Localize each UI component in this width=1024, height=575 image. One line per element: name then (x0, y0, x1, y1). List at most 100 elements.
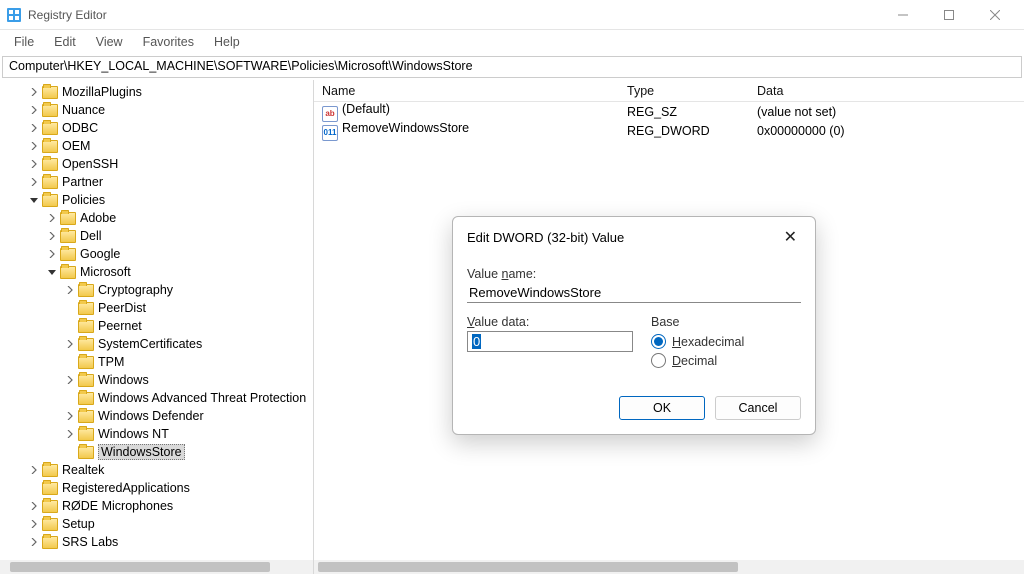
tree-item[interactable]: Realtek (0, 461, 313, 479)
chevron-right-icon[interactable] (28, 86, 40, 98)
tree-item-label: SRS Labs (62, 535, 118, 549)
chevron-right-icon[interactable] (28, 140, 40, 152)
folder-icon (42, 122, 58, 135)
value-name-input[interactable] (467, 283, 801, 303)
value-data-label: Value data: (467, 315, 633, 329)
folder-icon (42, 140, 58, 153)
chevron-right-icon[interactable] (28, 536, 40, 548)
col-header-name[interactable]: Name (314, 84, 619, 98)
chevron-right-icon[interactable] (28, 500, 40, 512)
chevron-right-icon[interactable] (28, 464, 40, 476)
list-header: Name Type Data (314, 80, 1024, 102)
chevron-right-icon[interactable] (28, 176, 40, 188)
menu-view[interactable]: View (86, 33, 133, 51)
tree-item-label: RØDE Microphones (62, 499, 173, 513)
tree-item[interactable]: Google (0, 245, 313, 263)
tree-item[interactable]: ODBC (0, 119, 313, 137)
dialog-title: Edit DWORD (32-bit) Value (467, 230, 624, 245)
tree-item[interactable]: RegisteredApplications (0, 479, 313, 497)
folder-icon (78, 320, 94, 333)
chevron-right-icon[interactable] (64, 428, 76, 440)
tree-item-label: Microsoft (80, 265, 131, 279)
tree-item[interactable]: Windows NT (0, 425, 313, 443)
tree-item[interactable]: Microsoft (0, 263, 313, 281)
tree-item[interactable]: TPM (0, 353, 313, 371)
edit-dword-dialog: Edit DWORD (32-bit) Value ✕ Value name: … (452, 216, 816, 435)
tree-item[interactable]: RØDE Microphones (0, 497, 313, 515)
list-row[interactable]: 011RemoveWindowsStoreREG_DWORD0x00000000… (314, 121, 1024, 140)
tree-item[interactable]: SRS Labs (0, 533, 313, 551)
address-bar[interactable]: Computer\HKEY_LOCAL_MACHINE\SOFTWARE\Pol… (2, 56, 1022, 78)
chevron-right-icon[interactable] (46, 248, 58, 260)
string-value-icon: ab (322, 106, 338, 122)
chevron-right-icon[interactable] (46, 212, 58, 224)
chevron-down-icon[interactable] (28, 194, 40, 206)
folder-icon (78, 338, 94, 351)
tree-hscrollbar[interactable] (0, 560, 313, 574)
maximize-button[interactable] (926, 0, 972, 30)
chevron-right-icon[interactable] (64, 338, 76, 350)
tree-item[interactable]: Dell (0, 227, 313, 245)
tree-item[interactable]: Setup (0, 515, 313, 533)
dialog-close-button[interactable]: ✕ (780, 227, 801, 247)
tree-item[interactable]: SystemCertificates (0, 335, 313, 353)
ok-button[interactable]: OK (619, 396, 705, 420)
col-header-data[interactable]: Data (749, 84, 1024, 98)
folder-icon (42, 518, 58, 531)
folder-icon (78, 284, 94, 297)
tree-item-label: WindowsStore (98, 444, 185, 460)
chevron-right-icon[interactable] (28, 122, 40, 134)
folder-icon (78, 446, 94, 459)
tree-item[interactable]: Peernet (0, 317, 313, 335)
chevron-down-icon[interactable] (46, 266, 58, 278)
tree-item[interactable]: PeerDist (0, 299, 313, 317)
folder-icon (42, 176, 58, 189)
tree-item[interactable]: OpenSSH (0, 155, 313, 173)
minimize-button[interactable] (880, 0, 926, 30)
menu-edit[interactable]: Edit (44, 33, 86, 51)
radio-hexadecimal[interactable]: Hexadecimal (651, 334, 801, 349)
tree-item-label: ODBC (62, 121, 98, 135)
folder-icon (42, 104, 58, 117)
cancel-button[interactable]: Cancel (715, 396, 801, 420)
chevron-right-icon[interactable] (46, 230, 58, 242)
chevron-right-icon[interactable] (64, 284, 76, 296)
tree-item[interactable]: MozillaPlugins (0, 83, 313, 101)
folder-icon (60, 212, 76, 225)
tree-item[interactable]: Policies (0, 191, 313, 209)
list-hscrollbar[interactable] (314, 560, 1024, 574)
tree-item-label: Windows (98, 373, 149, 387)
chevron-right-icon[interactable] (64, 374, 76, 386)
chevron-right-icon[interactable] (64, 410, 76, 422)
close-button[interactable] (972, 0, 1018, 30)
dword-value-icon: 011 (322, 125, 338, 141)
value-data: 0x00000000 (0) (749, 124, 1024, 138)
menu-file[interactable]: File (4, 33, 44, 51)
chevron-right-icon[interactable] (28, 518, 40, 530)
tree-item[interactable]: Nuance (0, 101, 313, 119)
value-data-input[interactable]: 0 (467, 331, 633, 352)
tree-item[interactable]: OEM (0, 137, 313, 155)
value-name: (Default) (342, 102, 390, 116)
value-name-label: Value name: (467, 267, 801, 281)
folder-icon (60, 266, 76, 279)
titlebar: Registry Editor (0, 0, 1024, 30)
chevron-right-icon[interactable] (28, 104, 40, 116)
tree-item[interactable]: WindowsStore (0, 443, 313, 461)
tree-item[interactable]: Windows Advanced Threat Protection (0, 389, 313, 407)
app-title: Registry Editor (28, 8, 107, 22)
list-row[interactable]: ab(Default)REG_SZ(value not set) (314, 102, 1024, 121)
menu-favorites[interactable]: Favorites (133, 33, 204, 51)
tree-item[interactable]: Partner (0, 173, 313, 191)
tree-item[interactable]: Windows Defender (0, 407, 313, 425)
radio-decimal[interactable]: Decimal (651, 353, 801, 368)
col-header-type[interactable]: Type (619, 84, 749, 98)
tree-item[interactable]: Adobe (0, 209, 313, 227)
tree-item-label: Cryptography (98, 283, 173, 297)
tree-item[interactable]: Windows (0, 371, 313, 389)
tree-item-label: Google (80, 247, 120, 261)
chevron-right-icon[interactable] (28, 158, 40, 170)
menu-help[interactable]: Help (204, 33, 250, 51)
tree-item[interactable]: Cryptography (0, 281, 313, 299)
folder-icon (42, 194, 58, 207)
